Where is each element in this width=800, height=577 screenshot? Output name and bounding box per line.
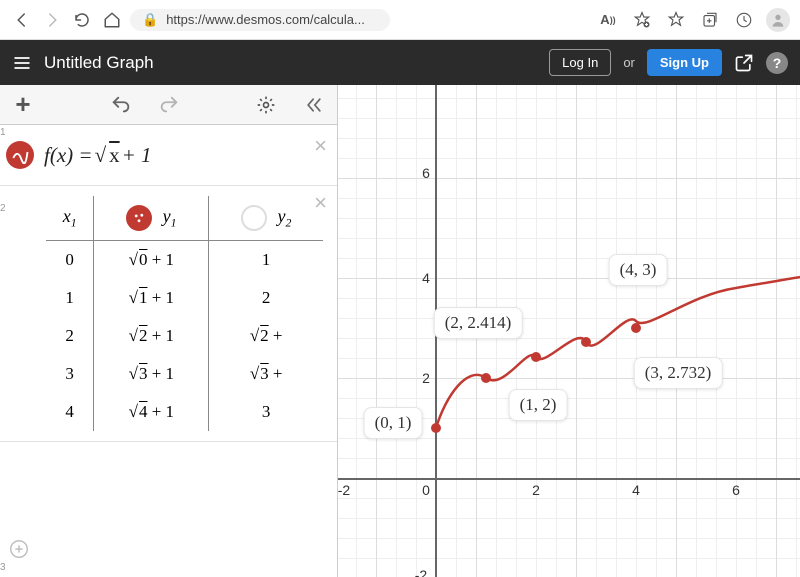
graph-canvas[interactable]: (0, 1) (1, 2) (2, 2.414) (3, 2.732) (4, …: [338, 85, 800, 577]
close-icon[interactable]: ×: [314, 133, 327, 159]
point-label: (2, 2.414): [434, 307, 523, 339]
expression-row-1[interactable]: f(x) = √x + 1 ×: [0, 125, 337, 186]
url-text: https://www.desmos.com/calcula...: [166, 12, 365, 27]
plotted-curve: [338, 85, 800, 577]
home-icon[interactable]: [100, 8, 124, 32]
undo-icon[interactable]: [110, 94, 132, 116]
add-expression-button[interactable]: +: [12, 94, 34, 116]
col-x-header[interactable]: x1: [46, 196, 94, 241]
col-y1-header[interactable]: y1: [94, 196, 209, 241]
axis-label: 4: [422, 270, 430, 286]
axis-label: 2: [532, 482, 540, 498]
data-point[interactable]: [431, 423, 441, 433]
browser-toolbar: 🔒 https://www.desmos.com/calcula... A)): [0, 0, 800, 40]
share-icon[interactable]: [734, 53, 754, 73]
menu-icon[interactable]: [12, 53, 32, 73]
history-icon[interactable]: [732, 8, 756, 32]
or-text: or: [623, 55, 635, 70]
lock-icon: 🔒: [142, 12, 158, 28]
data-point[interactable]: [631, 323, 641, 333]
bookmark-add-icon[interactable]: [630, 8, 654, 32]
axis-label: 4: [632, 482, 640, 498]
axis-label: 0: [422, 482, 430, 498]
back-icon[interactable]: [10, 8, 34, 32]
data-point[interactable]: [531, 352, 541, 362]
table-row[interactable]: 0 √0 + 1 1: [46, 241, 323, 280]
app-header: Untitled Graph Log In or Sign Up ?: [0, 40, 800, 85]
data-point[interactable]: [481, 373, 491, 383]
close-icon[interactable]: ×: [314, 190, 327, 216]
axis-label: -2: [415, 567, 427, 577]
signup-button[interactable]: Sign Up: [647, 49, 722, 76]
refresh-icon[interactable]: [70, 8, 94, 32]
expression-icon[interactable]: [6, 141, 34, 169]
series-toggle-icon[interactable]: [241, 205, 267, 231]
graph-title[interactable]: Untitled Graph: [44, 53, 154, 73]
address-bar[interactable]: 🔒 https://www.desmos.com/calcula...: [130, 9, 390, 31]
collections-icon[interactable]: [698, 8, 722, 32]
expression-panel: 1 2 3 + f(x) = √x + 1 ×: [0, 85, 338, 577]
expression-formula[interactable]: f(x) = √x + 1: [44, 143, 152, 168]
table-row[interactable]: 4 √4 + 1 3: [46, 393, 323, 431]
favorites-icon[interactable]: [664, 8, 688, 32]
collapse-panel-icon[interactable]: [303, 94, 325, 116]
series-toggle-icon[interactable]: [126, 205, 152, 231]
axis-label: 2: [422, 370, 430, 386]
panel-toolbar: +: [0, 85, 337, 125]
login-button[interactable]: Log In: [549, 49, 611, 76]
gear-icon[interactable]: [255, 94, 277, 116]
data-point[interactable]: [581, 337, 591, 347]
redo-icon[interactable]: [158, 94, 180, 116]
axis-label: 6: [422, 165, 430, 181]
table-row[interactable]: 3 √3 + 1 √3 +: [46, 355, 323, 393]
point-label: (4, 3): [609, 254, 668, 286]
keyboard-icon[interactable]: [8, 538, 30, 565]
table-row[interactable]: 2 √2 + 1 √2 +: [46, 317, 323, 355]
axis-label: 6: [732, 482, 740, 498]
point-label: (1, 2): [509, 389, 568, 421]
table-row[interactable]: 1 √1 + 1 2: [46, 279, 323, 317]
point-label: (0, 1): [364, 407, 423, 439]
col-y2-header[interactable]: y2: [209, 196, 323, 241]
axis-label: -2: [338, 482, 350, 498]
forward-icon[interactable]: [40, 8, 64, 32]
read-aloud-icon[interactable]: A)): [596, 8, 620, 32]
profile-icon[interactable]: [766, 8, 790, 32]
point-label: (3, 2.732): [634, 357, 723, 389]
values-table[interactable]: × x1 y1 y2 0 √0 + 1 1: [0, 186, 337, 442]
help-icon[interactable]: ?: [766, 52, 788, 74]
